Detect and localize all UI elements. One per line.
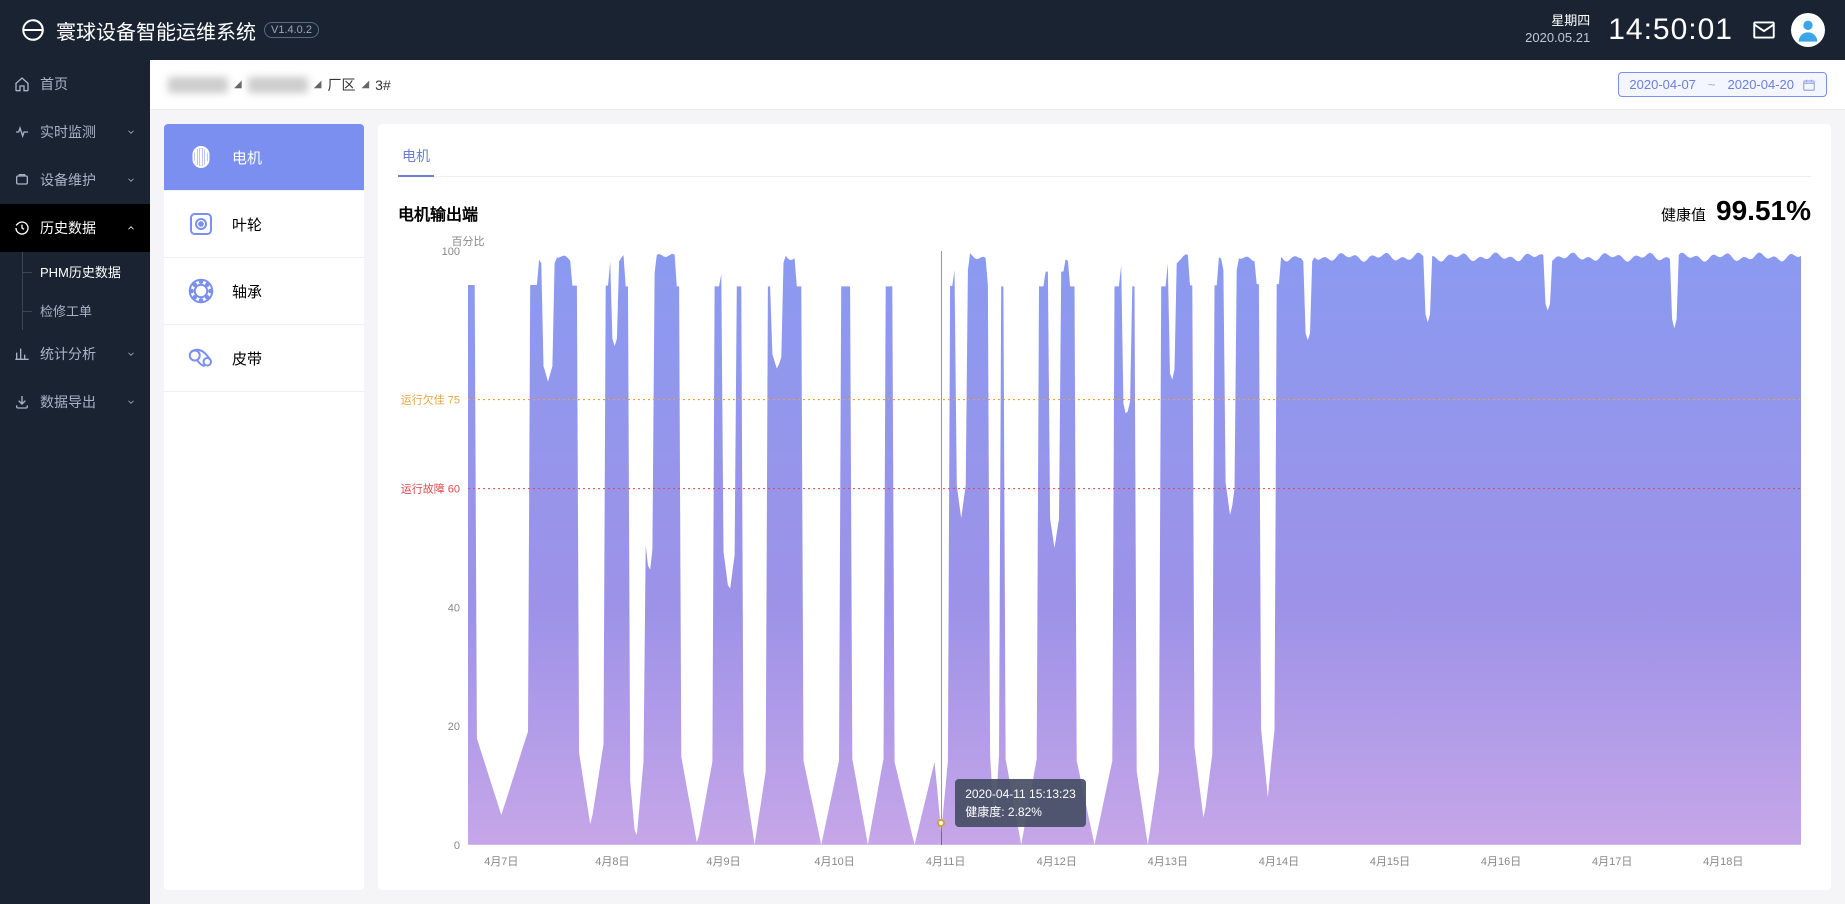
svg-text:4月10日: 4月10日 [814,856,854,868]
home-icon [14,76,30,92]
component-item-bearing[interactable]: 轴承 [164,258,364,325]
component-label: 皮带 [232,348,262,369]
sidebar-item-label: 首页 [40,74,136,94]
breadcrumb-part[interactable]: 厂区 [327,75,355,95]
date-range-to: 2020-04-20 [1728,77,1795,92]
svg-text:20: 20 [448,721,460,733]
current-date: 2020.05.21 [1525,30,1590,47]
chevron-down-icon [126,175,136,185]
sidebar-item-monitor[interactable]: 实时监测 [0,108,150,156]
stats-icon [14,346,30,362]
sidebar-item-maintain[interactable]: 设备维护 [0,156,150,204]
app-title: 寰球设备智能运维系统 [56,16,256,45]
chart-area[interactable]: 百分比02040100运行欠佳 75运行故障 604月7日4月8日4月9日4月1… [398,231,1811,875]
monitor-icon [14,124,30,140]
breadcrumb-separator-icon: ◢ [361,79,369,90]
sidebar-item-export[interactable]: 数据导出 [0,378,150,426]
breadcrumb-part: 3# [375,77,391,93]
svg-text:4月16日: 4月16日 [1481,856,1521,868]
sidebar-item-label: 数据导出 [40,392,126,412]
maintain-icon [14,172,30,188]
header-date: 星期四 2020.05.21 [1525,13,1590,47]
breadcrumb-separator-icon: ◢ [234,79,242,90]
date-range-from: 2020-04-07 [1629,77,1696,92]
export-icon [14,394,30,410]
svg-text:4月12日: 4月12日 [1037,856,1077,868]
calendar-icon [1802,78,1816,92]
chevron-down-icon [126,397,136,407]
chevron-down-icon [126,127,136,137]
svg-text:100: 100 [442,246,460,258]
day-of-week: 星期四 [1525,13,1590,30]
svg-text:运行故障 60: 运行故障 60 [401,482,460,496]
history-icon [14,220,30,236]
svg-text:4月13日: 4月13日 [1148,856,1188,868]
sidebar-subitem[interactable]: 检修工单 [0,291,150,330]
main: XXXXXX ◢ XXXXXX ◢ 厂区 ◢ 3# 2020-04-07 ~ 2020-04… [150,60,1845,904]
mail-icon[interactable] [1751,17,1777,43]
chevron-up-icon [126,223,136,233]
sidebar-item-history[interactable]: 历史数据 [0,204,150,252]
sidebar-item-stats[interactable]: 统计分析 [0,330,150,378]
svg-text:4月7日: 4月7日 [484,856,518,868]
motor-icon [186,142,216,172]
svg-text:运行欠佳 75: 运行欠佳 75 [401,393,460,407]
chevron-down-icon [126,349,136,359]
svg-text:4月11日: 4月11日 [926,856,966,868]
sidebar-item-label: 设备维护 [40,170,126,190]
component-item-motor[interactable]: 电机 [164,124,364,191]
belt-icon [186,343,216,373]
component-label: 轴承 [232,281,262,302]
date-range-picker[interactable]: 2020-04-07 ~ 2020-04-20 [1618,72,1827,97]
logo-icon [20,17,46,43]
sidebar-item-label: 统计分析 [40,344,126,364]
svg-text:0: 0 [454,840,460,852]
sidebar-subitem[interactable]: PHM历史数据 [0,252,150,291]
svg-text:4月18日: 4月18日 [1703,856,1743,868]
avatar[interactable] [1791,13,1825,47]
chart-tab[interactable]: 电机 [398,138,434,176]
chart-panel: 电机 电机输出端 健康值 99.51% 百分比02040100运行欠佳 75运行… [378,124,1831,890]
svg-text:4月17日: 4月17日 [1592,856,1632,868]
breadcrumb-part[interactable]: XXXXXX [168,77,228,93]
impeller-icon [186,209,216,239]
app-header: 寰球设备智能运维系统 V1.4.0.2 星期四 2020.05.21 14:50… [0,0,1845,60]
component-list: 电机叶轮轴承皮带 [164,124,364,890]
svg-text:4月15日: 4月15日 [1370,856,1410,868]
component-item-belt[interactable]: 皮带 [164,325,364,392]
component-label: 电机 [232,147,262,168]
component-label: 叶轮 [232,214,262,235]
bearing-icon [186,276,216,306]
breadcrumb-part[interactable]: XXXXXX [248,77,308,93]
date-range-separator: ~ [1708,77,1716,92]
svg-text:40: 40 [448,602,460,614]
breadcrumb-bar: XXXXXX ◢ XXXXXX ◢ 厂区 ◢ 3# 2020-04-07 ~ 2020-04… [150,60,1845,110]
sidebar-item-home[interactable]: 首页 [0,60,150,108]
sidebar: 首页实时监测设备维护历史数据 PHM历史数据检修工单统计分析数据导出 [0,60,150,904]
chart-title: 电机输出端 [398,201,478,225]
svg-text:4月8日: 4月8日 [595,856,629,868]
sidebar-item-label: 实时监测 [40,122,126,142]
svg-text:4月14日: 4月14日 [1259,856,1299,868]
component-item-impeller[interactable]: 叶轮 [164,191,364,258]
health-label: 健康值 [1661,204,1706,225]
breadcrumb-separator-icon: ◢ [314,79,322,90]
svg-text:4月9日: 4月9日 [706,856,740,868]
chart-tabs: 电机 [398,138,1811,177]
header-clock: 14:50:01 [1608,13,1733,47]
app-version: V1.4.0.2 [264,22,319,38]
sidebar-item-label: 历史数据 [40,218,126,238]
health-value: 99.51% [1716,195,1811,227]
